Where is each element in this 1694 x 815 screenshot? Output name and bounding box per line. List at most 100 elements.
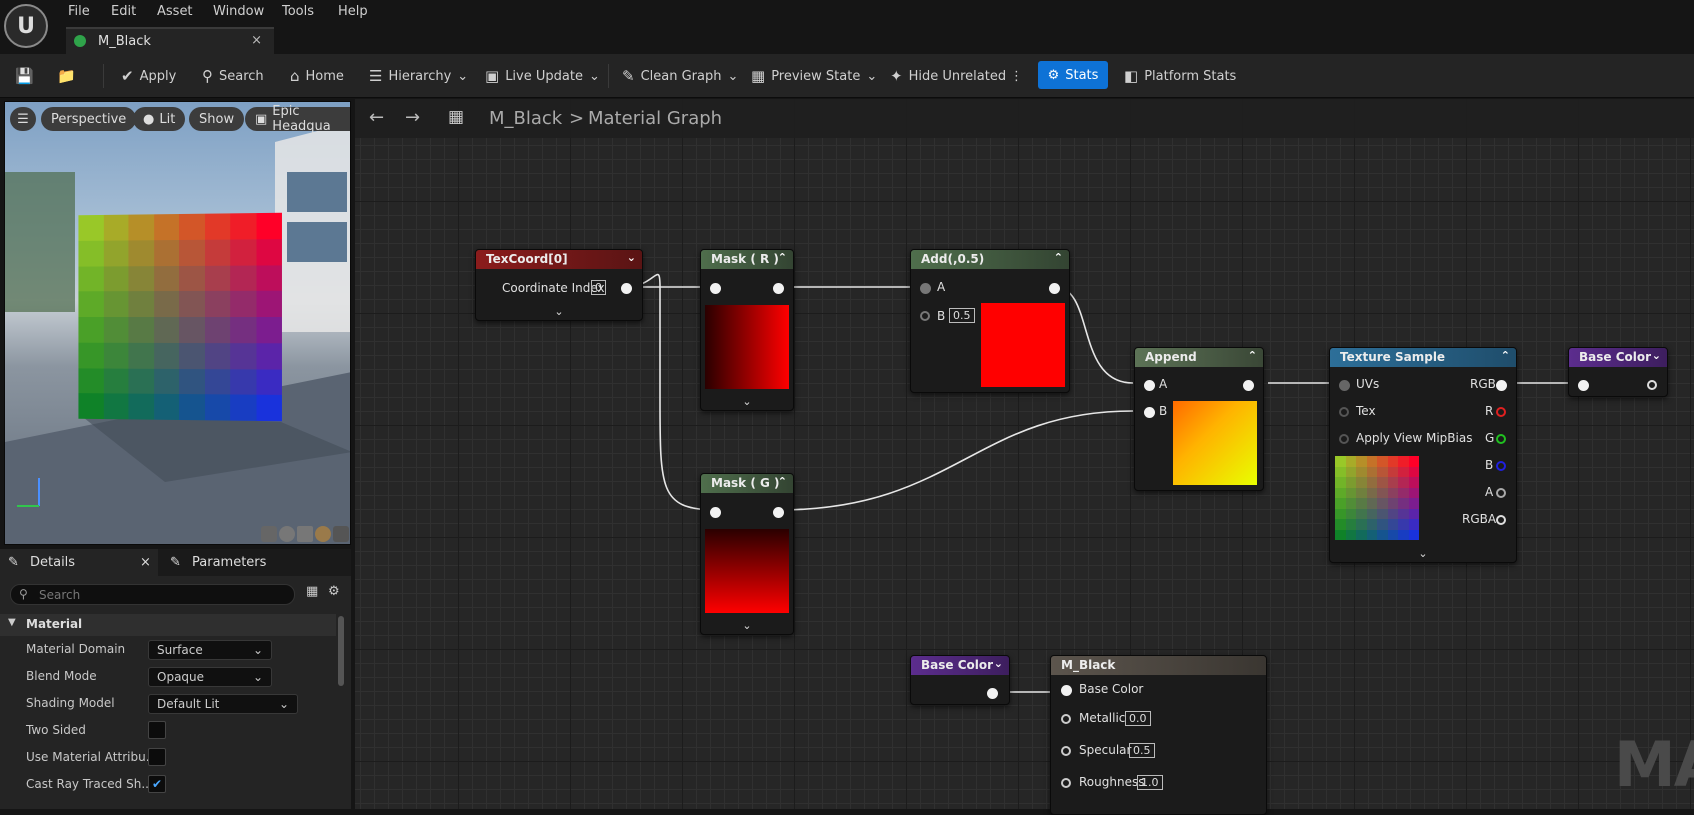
node-texcoord[interactable]: TexCoord[0] ⌄ Coordinate Index 0 ⌄ <box>475 249 643 321</box>
forward-arrow-icon[interactable]: → <box>405 107 420 128</box>
output-pin[interactable] <box>773 507 784 518</box>
use-material-attributes-checkbox[interactable] <box>148 748 166 766</box>
chevron-up-icon[interactable]: ⌃ <box>778 251 787 264</box>
details-close-icon[interactable]: × <box>140 555 151 570</box>
output-pin-g[interactable] <box>1496 434 1506 444</box>
preview-state-button[interactable]: ▦ Preview State ⌄ <box>751 64 877 88</box>
platform-stats-button[interactable]: ◧ Platform Stats <box>1124 64 1236 88</box>
sphere-icon[interactable] <box>279 526 295 542</box>
menu-help[interactable]: Help <box>338 4 368 19</box>
live-update-button[interactable]: ▣ Live Update ⌄ <box>485 64 600 88</box>
cube-icon[interactable] <box>315 526 331 542</box>
menu-tools[interactable]: Tools <box>282 4 314 19</box>
tab-parameters[interactable]: Parameters <box>192 555 266 570</box>
input-pin-b[interactable] <box>920 311 930 321</box>
expand-chevron-icon[interactable]: ⌄ <box>742 619 751 632</box>
chevron-down-icon[interactable]: ⌄ <box>1652 349 1661 362</box>
input-pin-roughness[interactable] <box>1061 778 1071 788</box>
settings-gear-icon[interactable]: ⚙ <box>328 584 340 599</box>
clean-graph-button[interactable]: ✎ Clean Graph ⌄ <box>622 64 738 88</box>
expand-chevron-icon[interactable]: ⌄ <box>554 305 563 318</box>
input-pin[interactable] <box>1578 380 1589 391</box>
browse-button[interactable]: 📁 <box>57 64 76 88</box>
input-pin-specular[interactable] <box>1061 746 1071 756</box>
menu-file[interactable]: File <box>68 4 90 19</box>
node-add[interactable]: Add(,0.5) ⌃ A B 0.5 <box>910 249 1070 393</box>
apply-button[interactable]: ✔ Apply <box>121 64 176 88</box>
input-pin[interactable] <box>710 507 721 518</box>
material-section-header[interactable]: ▼ Material <box>0 614 336 636</box>
tab-details[interactable]: ✎ Details × <box>0 549 158 576</box>
preview-mesh-selector[interactable] <box>261 526 349 542</box>
output-pin[interactable] <box>987 688 998 699</box>
hierarchy-button[interactable]: ☰ Hierarchy ⌄ <box>369 64 468 88</box>
input-pin-a[interactable] <box>1144 380 1155 391</box>
node-material-result[interactable]: M_Black Base Color Metallic 0.0 Specular… <box>1050 655 1267 815</box>
more-options-button[interactable]: ⋮ <box>1010 64 1023 88</box>
stats-button[interactable]: ⚙ Stats <box>1038 61 1108 89</box>
material-domain-dropdown[interactable]: Surface ⌄ <box>148 640 272 660</box>
node-mask-r[interactable]: Mask ( R ) ⌃ ⌄ <box>700 249 794 411</box>
output-pin[interactable] <box>1647 380 1657 390</box>
chevron-up-icon[interactable]: ⌃ <box>1248 349 1257 362</box>
chevron-up-icon[interactable]: ⌃ <box>778 475 787 488</box>
node-base-color-reroute[interactable]: Base Color ⌄ <box>1568 347 1668 397</box>
hide-unrelated-button[interactable]: ✦ Hide Unrelated <box>890 64 1006 88</box>
output-pin[interactable] <box>1049 283 1060 294</box>
node-texture-sample[interactable]: Texture Sample ⌃ UVs Tex Apply View MipBi… <box>1329 347 1517 563</box>
table-view-icon[interactable]: ▦ <box>306 584 318 599</box>
input-pin-mipbias[interactable] <box>1339 434 1349 444</box>
specular-value-field[interactable]: 0.5 <box>1129 743 1155 758</box>
output-pin[interactable] <box>773 283 784 294</box>
chevron-up-icon[interactable]: ⌃ <box>1054 251 1063 264</box>
cylinder-icon[interactable] <box>261 526 277 542</box>
show-button[interactable]: Show <box>189 107 244 131</box>
tab-close-icon[interactable]: × <box>251 33 262 48</box>
roughness-value-field[interactable]: 1.0 <box>1137 775 1163 790</box>
expand-chevron-icon[interactable]: ⌄ <box>1418 547 1427 560</box>
perspective-button[interactable]: Perspective <box>41 107 136 131</box>
menu-window[interactable]: Window <box>213 4 264 19</box>
output-pin-b[interactable] <box>1496 461 1506 471</box>
blend-mode-dropdown[interactable]: Opaque ⌄ <box>148 667 272 687</box>
menu-asset[interactable]: Asset <box>157 4 193 19</box>
preview-viewport[interactable]: ☰ Perspective ●Lit Show ▣Epic Headqua Z … <box>4 101 351 545</box>
breadcrumb-asset[interactable]: M_Black <box>489 108 562 129</box>
node-mask-g[interactable]: Mask ( G ) ⌃ ⌄ <box>700 473 794 635</box>
output-pin-rgb[interactable] <box>1496 380 1507 391</box>
output-pin[interactable] <box>1243 380 1254 391</box>
back-arrow-icon[interactable]: ← <box>369 107 384 128</box>
search-button[interactable]: ⚲ Search <box>202 64 264 88</box>
input-pin-tex[interactable] <box>1339 407 1349 417</box>
viewport-menu-button[interactable]: ☰ <box>10 107 36 131</box>
chevron-up-icon[interactable]: ⌃ <box>1501 349 1510 362</box>
home-button[interactable]: ⌂ Home <box>290 64 344 88</box>
chevron-down-icon[interactable]: ⌄ <box>994 657 1003 670</box>
input-pin[interactable] <box>710 283 721 294</box>
input-pin-metallic[interactable] <box>1061 714 1071 724</box>
scrollbar[interactable] <box>338 616 344 686</box>
expand-chevron-icon[interactable]: ⌄ <box>742 395 751 408</box>
asset-tab[interactable]: M_Black × <box>66 27 274 54</box>
cast-ray-traced-shadows-checkbox[interactable]: ✔ <box>148 775 166 793</box>
node-append[interactable]: Append ⌃ A B <box>1134 347 1264 491</box>
output-pin-r[interactable] <box>1496 407 1506 417</box>
input-pin-uvs[interactable] <box>1339 380 1350 391</box>
plane-icon[interactable] <box>297 526 313 542</box>
input-pin-base-color[interactable] <box>1061 685 1072 696</box>
unreal-logo-icon[interactable]: U <box>4 4 48 48</box>
coordinate-index-field[interactable]: 0 <box>591 280 606 295</box>
node-base-color-param[interactable]: Base Color ⌄ <box>910 655 1010 705</box>
menu-edit[interactable]: Edit <box>111 4 136 19</box>
lit-button[interactable]: ● Lit <box>133 107 185 131</box>
b-value-field[interactable]: 0.5 <box>949 308 975 323</box>
input-pin-a[interactable] <box>920 283 931 294</box>
input-pin-b[interactable] <box>1144 407 1155 418</box>
output-pin[interactable] <box>621 283 632 294</box>
shading-model-dropdown[interactable]: Default Lit ⌄ <box>148 694 298 714</box>
metallic-value-field[interactable]: 0.0 <box>1125 711 1151 726</box>
environment-button[interactable]: ▣ Epic Headqua <box>245 107 350 131</box>
two-sided-checkbox[interactable] <box>148 721 166 739</box>
output-pin-a[interactable] <box>1496 488 1506 498</box>
output-pin-rgba[interactable] <box>1496 515 1506 525</box>
